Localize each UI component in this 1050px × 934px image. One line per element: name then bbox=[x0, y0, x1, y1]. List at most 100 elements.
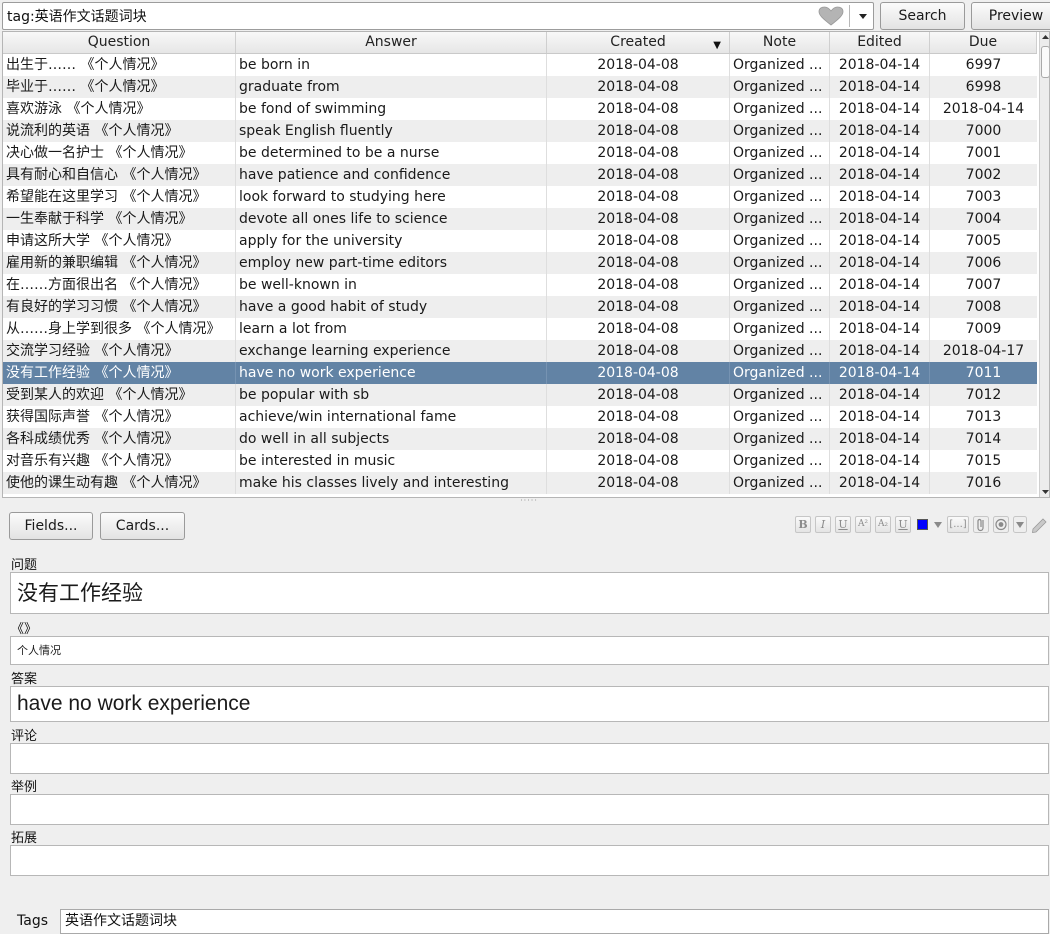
field-answer-input[interactable]: have no work experience bbox=[10, 686, 1049, 722]
tags-label: Tags bbox=[17, 913, 48, 929]
table-row[interactable]: 各科成绩优秀 《个人情况》 do well in all subjects 2018… bbox=[3, 428, 1037, 450]
cell-edited: 2018-04-14 bbox=[830, 120, 930, 142]
cell-question: 没有工作经验 《个人情况》 bbox=[3, 362, 236, 384]
heart-icon[interactable] bbox=[817, 6, 845, 26]
italic-button[interactable]: I bbox=[815, 516, 831, 533]
cards-button[interactable]: Cards... bbox=[100, 512, 185, 540]
scrollbar-thumb[interactable] bbox=[1041, 46, 1049, 78]
table-row[interactable]: 希望能在这里学习 《个人情况》 look forward to studying … bbox=[3, 186, 1037, 208]
column-header-note[interactable]: Note bbox=[730, 32, 830, 53]
table-row[interactable]: 没有工作经验 《个人情况》 have no work experience 2018… bbox=[3, 362, 1037, 384]
tags-input[interactable]: 英语作文话题词块 bbox=[60, 909, 1049, 934]
pencil-icon[interactable] bbox=[1031, 516, 1049, 533]
field-category-input[interactable]: 个人情况 bbox=[10, 636, 1049, 665]
search-button[interactable]: Search bbox=[880, 2, 965, 30]
table-row[interactable]: 交流学习经验 《个人情况》 exchange learning experienc… bbox=[3, 340, 1037, 362]
chevron-down-icon[interactable] bbox=[933, 519, 943, 531]
table-row[interactable]: 有良好的学习习惯 《个人情况》 have a good habit of stud… bbox=[3, 296, 1037, 318]
chevron-down-icon[interactable] bbox=[1013, 516, 1027, 533]
column-header-edited[interactable]: Edited bbox=[830, 32, 930, 53]
scroll-up-arrow-icon[interactable] bbox=[1040, 32, 1050, 42]
field-label-extension: 拓展 bbox=[11, 831, 38, 846]
cell-note: Organized ... bbox=[730, 362, 830, 384]
cell-edited: 2018-04-14 bbox=[830, 472, 930, 494]
column-header-due[interactable]: Due bbox=[930, 32, 1037, 53]
table-row[interactable]: 受到某人的欢迎 《个人情况》 be popular with sb 2018-04-… bbox=[3, 384, 1037, 406]
cell-created: 2018-04-08 bbox=[547, 472, 730, 494]
column-header-created[interactable]: Created ▼ bbox=[547, 32, 730, 53]
field-example-input[interactable] bbox=[10, 794, 1049, 825]
cell-answer: have no work experience bbox=[236, 362, 547, 384]
field-label-answer: 答案 bbox=[11, 672, 38, 687]
subscript-button[interactable]: A₂ bbox=[875, 516, 891, 533]
table-row[interactable]: 使他的课生动有趣 《个人情况》 make his classes lively a… bbox=[3, 472, 1037, 494]
text-color-button[interactable] bbox=[917, 519, 928, 530]
table-row[interactable]: 决心做一名护士 《个人情况》 be determined to be a nurs… bbox=[3, 142, 1037, 164]
preview-button[interactable]: Preview bbox=[971, 2, 1050, 30]
cell-due: 7008 bbox=[965, 299, 1002, 315]
cell-edited: 2018-04-14 bbox=[830, 230, 930, 252]
search-combo[interactable] bbox=[2, 2, 874, 30]
superscript-button[interactable]: A² bbox=[855, 516, 871, 533]
table-row[interactable]: 获得国际声誉 《个人情况》 achieve/win international f… bbox=[3, 406, 1037, 428]
table-scrollbar[interactable] bbox=[1039, 32, 1050, 497]
card-table[interactable]: Question Answer Created ▼ Note Edited Du… bbox=[2, 31, 1050, 498]
column-header-created-label: Created bbox=[610, 34, 666, 50]
cell-edited: 2018-04-14 bbox=[830, 252, 930, 274]
table-row[interactable]: 对音乐有兴趣 《个人情况》 be interested in music 2018-… bbox=[3, 450, 1037, 472]
table-row[interactable]: 出生于…… 《个人情况》 be born in 2018-04-08 Organize… bbox=[3, 54, 1037, 76]
bold-button[interactable]: B bbox=[795, 516, 811, 533]
search-input[interactable] bbox=[3, 3, 815, 29]
table-row[interactable]: 一生奉献于科学 《个人情况》 devote all ones life to sc… bbox=[3, 208, 1037, 230]
table-row[interactable]: 毕业于…… 《个人情况》 graduate from 2018-04-08 Organ… bbox=[3, 76, 1037, 98]
cell-created: 2018-04-08 bbox=[547, 362, 730, 384]
cell-note: Organized ... bbox=[730, 252, 830, 274]
cell-note: Organized ... bbox=[730, 296, 830, 318]
cell-edited: 2018-04-14 bbox=[830, 450, 930, 472]
cell-edited: 2018-04-14 bbox=[830, 384, 930, 406]
cell-answer: graduate from bbox=[236, 76, 547, 98]
cell-question: 受到某人的欢迎 《个人情况》 bbox=[3, 384, 236, 406]
cell-edited: 2018-04-14 bbox=[830, 98, 930, 120]
cell-created: 2018-04-08 bbox=[547, 142, 730, 164]
cell-note: Organized ... bbox=[730, 208, 830, 230]
field-comment-input[interactable] bbox=[10, 743, 1049, 774]
table-row[interactable]: 申请这所大学 《个人情况》 apply for the university 201… bbox=[3, 230, 1037, 252]
cell-created: 2018-04-08 bbox=[547, 274, 730, 296]
field-question-input[interactable]: 没有工作经验 bbox=[10, 572, 1049, 614]
cell-due: 7002 bbox=[965, 167, 1002, 183]
cell-edited: 2018-04-14 bbox=[830, 296, 930, 318]
cell-due: 7005 bbox=[965, 233, 1002, 249]
cell-note: Organized ... bbox=[730, 340, 830, 362]
table-row[interactable]: 雇用新的兼职编辑 《个人情况》 employ new part-time edit… bbox=[3, 252, 1037, 274]
table-row[interactable]: 具有耐心和自信心 《个人情况》 have patience and confide… bbox=[3, 164, 1037, 186]
cell-note: Organized ... bbox=[730, 186, 830, 208]
cell-question: 在……方面很出名 《个人情况》 bbox=[3, 274, 236, 296]
cell-created: 2018-04-08 bbox=[547, 98, 730, 120]
cell-answer: be determined to be a nurse bbox=[236, 142, 547, 164]
record-icon[interactable] bbox=[993, 516, 1009, 533]
paperclip-icon[interactable] bbox=[973, 516, 989, 533]
cell-question: 交流学习经验 《个人情况》 bbox=[3, 340, 236, 362]
table-row[interactable]: 从……身上学到很多 《个人情况》 learn a lot from 2018-04-… bbox=[3, 318, 1037, 340]
field-extension-input[interactable] bbox=[10, 845, 1049, 876]
underline-button[interactable]: U bbox=[835, 516, 851, 533]
table-header: Question Answer Created ▼ Note Edited Du… bbox=[3, 32, 1037, 54]
cell-answer: have patience and confidence bbox=[236, 164, 547, 186]
column-header-answer[interactable]: Answer bbox=[236, 32, 547, 53]
splitter-handle[interactable]: ····· bbox=[518, 497, 540, 505]
chevron-down-icon[interactable] bbox=[855, 4, 871, 28]
cell-question: 从……身上学到很多 《个人情况》 bbox=[3, 318, 236, 340]
scroll-down-arrow-icon[interactable] bbox=[1040, 487, 1050, 497]
column-header-question[interactable]: Question bbox=[3, 32, 236, 53]
clear-format-button[interactable]: U bbox=[895, 516, 911, 533]
table-row[interactable]: 说流利的英语 《个人情况》 speak English fluently 2018-… bbox=[3, 120, 1037, 142]
fields-button[interactable]: Fields... bbox=[9, 512, 93, 540]
cell-created: 2018-04-08 bbox=[547, 54, 730, 76]
cell-answer: speak English fluently bbox=[236, 120, 547, 142]
cell-note: Organized ... bbox=[730, 472, 830, 494]
table-row[interactable]: 在……方面很出名 《个人情况》 be well-known in 2018-04-0… bbox=[3, 274, 1037, 296]
cloze-button[interactable]: [...] bbox=[947, 516, 969, 533]
table-row[interactable]: 喜欢游泳 《个人情况》 be fond of swimming 2018-04-08… bbox=[3, 98, 1037, 120]
cell-due: 7016 bbox=[965, 475, 1002, 491]
